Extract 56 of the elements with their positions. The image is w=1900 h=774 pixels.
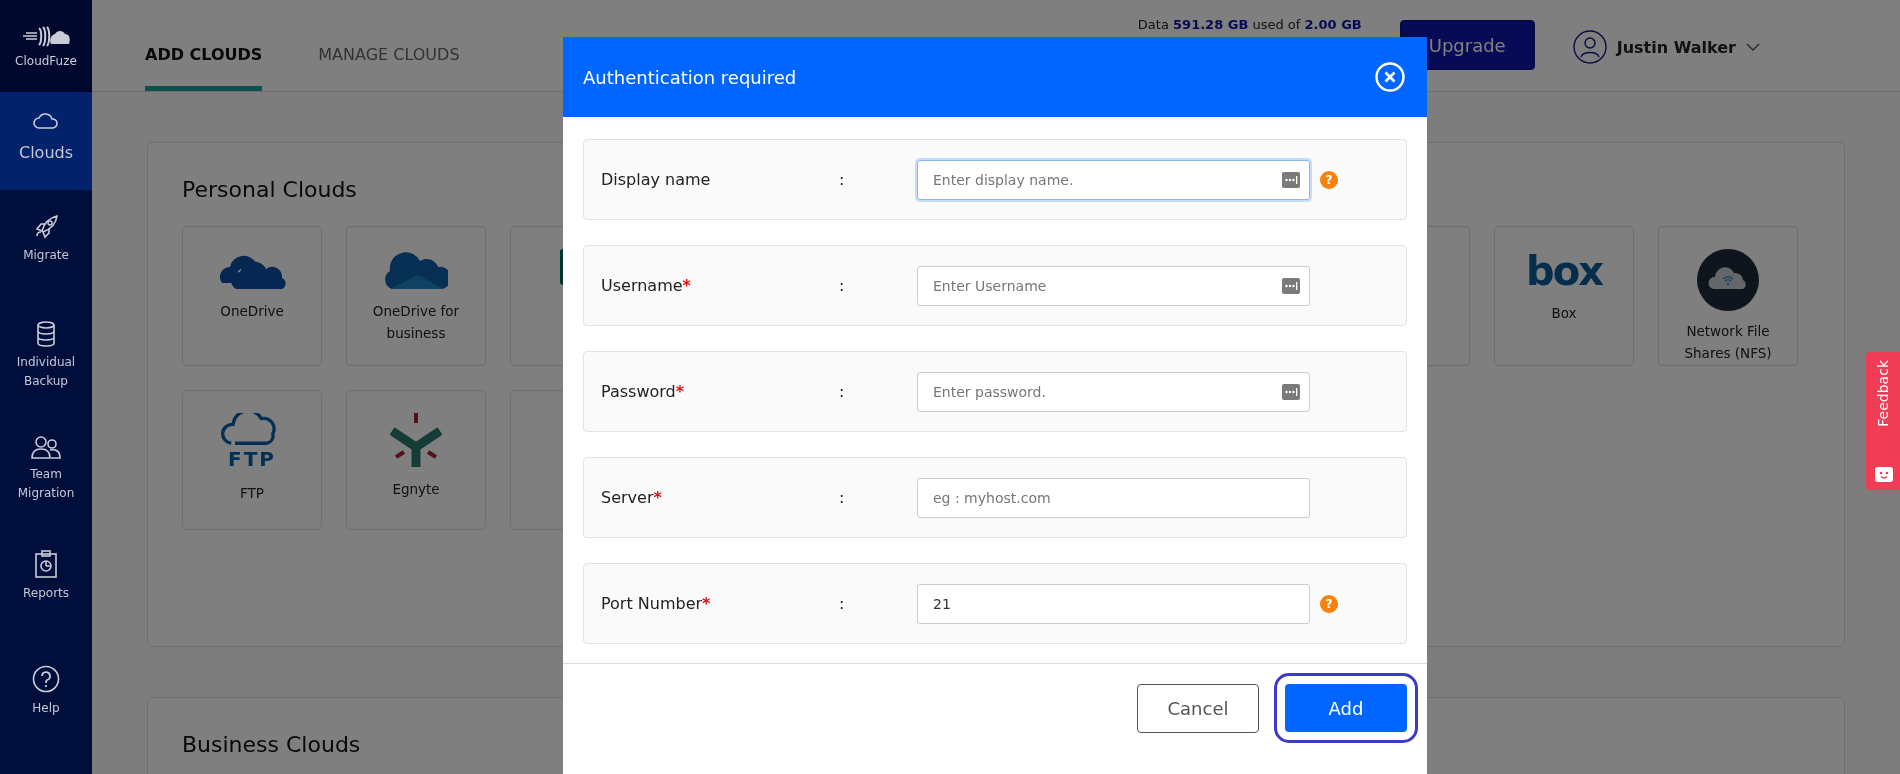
logo-text: CloudFuze — [15, 54, 77, 68]
sidebar-item[interactable]: Migrate — [0, 197, 92, 281]
cloud-card[interactable]: box Box — [1494, 226, 1634, 366]
colon-separator: : — [839, 170, 846, 189]
field-label: Username* — [601, 276, 692, 295]
colon-separator: : — [839, 382, 846, 401]
caret-icon[interactable] — [1746, 43, 1760, 51]
database-icon — [36, 320, 56, 347]
section-title: Personal Clouds — [182, 177, 357, 202]
field-label: Password* — [601, 382, 686, 401]
sidebar-item[interactable]: Reports — [0, 533, 92, 619]
cancel-button[interactable]: Cancel — [1137, 684, 1259, 733]
field-label: Port Number* — [601, 594, 712, 613]
box-logo: box — [1526, 249, 1602, 293]
user-name[interactable]: Justin Walker — [1616, 37, 1736, 57]
sidebar-item[interactable]: Help — [0, 648, 92, 734]
cloud-card[interactable]: OneDrive for business — [346, 226, 486, 366]
feedback-tab[interactable]: Feedback — [1866, 352, 1900, 490]
egnyte-logo-icon — [390, 413, 442, 469]
avatar-icon[interactable] — [1572, 30, 1607, 64]
network-cloud-icon — [1697, 249, 1759, 311]
cloud-icon — [32, 110, 60, 130]
cloud-card[interactable]: FTP FTP — [182, 390, 322, 530]
ftp-logo: FTP — [220, 413, 284, 473]
input-field[interactable]: Enter display name. — [917, 159, 1310, 200]
field-label: Display name — [601, 170, 712, 189]
tab[interactable]: ADD CLOUDS — [145, 45, 263, 91]
dialog-title: Authentication required — [583, 66, 797, 88]
help-icon — [32, 664, 60, 693]
section-title: Business Clouds — [182, 732, 361, 757]
sidebar-item[interactable]: Clouds — [0, 92, 92, 190]
cloud-card[interactable]: OneDrive — [182, 226, 322, 366]
colon-separator: : — [839, 594, 846, 613]
close-icon[interactable] — [1375, 62, 1405, 92]
smiley-icon — [1873, 464, 1893, 484]
cloud-card[interactable]: Egnyte — [346, 390, 486, 530]
field-label: Server* — [601, 488, 663, 507]
users-icon — [31, 435, 61, 460]
add-button[interactable]: Add — [1285, 684, 1407, 732]
logo-icon — [21, 24, 71, 48]
input-field[interactable]: eg : myhost.com — [917, 477, 1310, 518]
rocket-icon — [33, 213, 59, 240]
cloud-card[interactable]: Network File Shares (NFS) — [1658, 226, 1798, 366]
input-field[interactable]: 21 — [917, 583, 1310, 624]
sidebar-item[interactable]: Individual Backup — [0, 304, 92, 408]
tab[interactable]: MANAGE CLOUDS — [318, 45, 460, 91]
input-field[interactable]: Enter password. — [917, 371, 1310, 412]
clipboard-chart-icon — [35, 549, 57, 578]
cloud-icon — [384, 249, 448, 291]
help-icon[interactable]: ? — [1320, 594, 1338, 613]
colon-separator: : — [839, 276, 846, 295]
data-usage-text: Data 591.28 GB used of 2.00 GB — [1137, 17, 1362, 32]
help-icon[interactable]: ? — [1320, 170, 1338, 189]
input-field[interactable]: Enter Username — [917, 265, 1310, 306]
colon-separator: : — [839, 488, 846, 507]
sidebar-item[interactable]: Team Migration — [0, 419, 92, 520]
